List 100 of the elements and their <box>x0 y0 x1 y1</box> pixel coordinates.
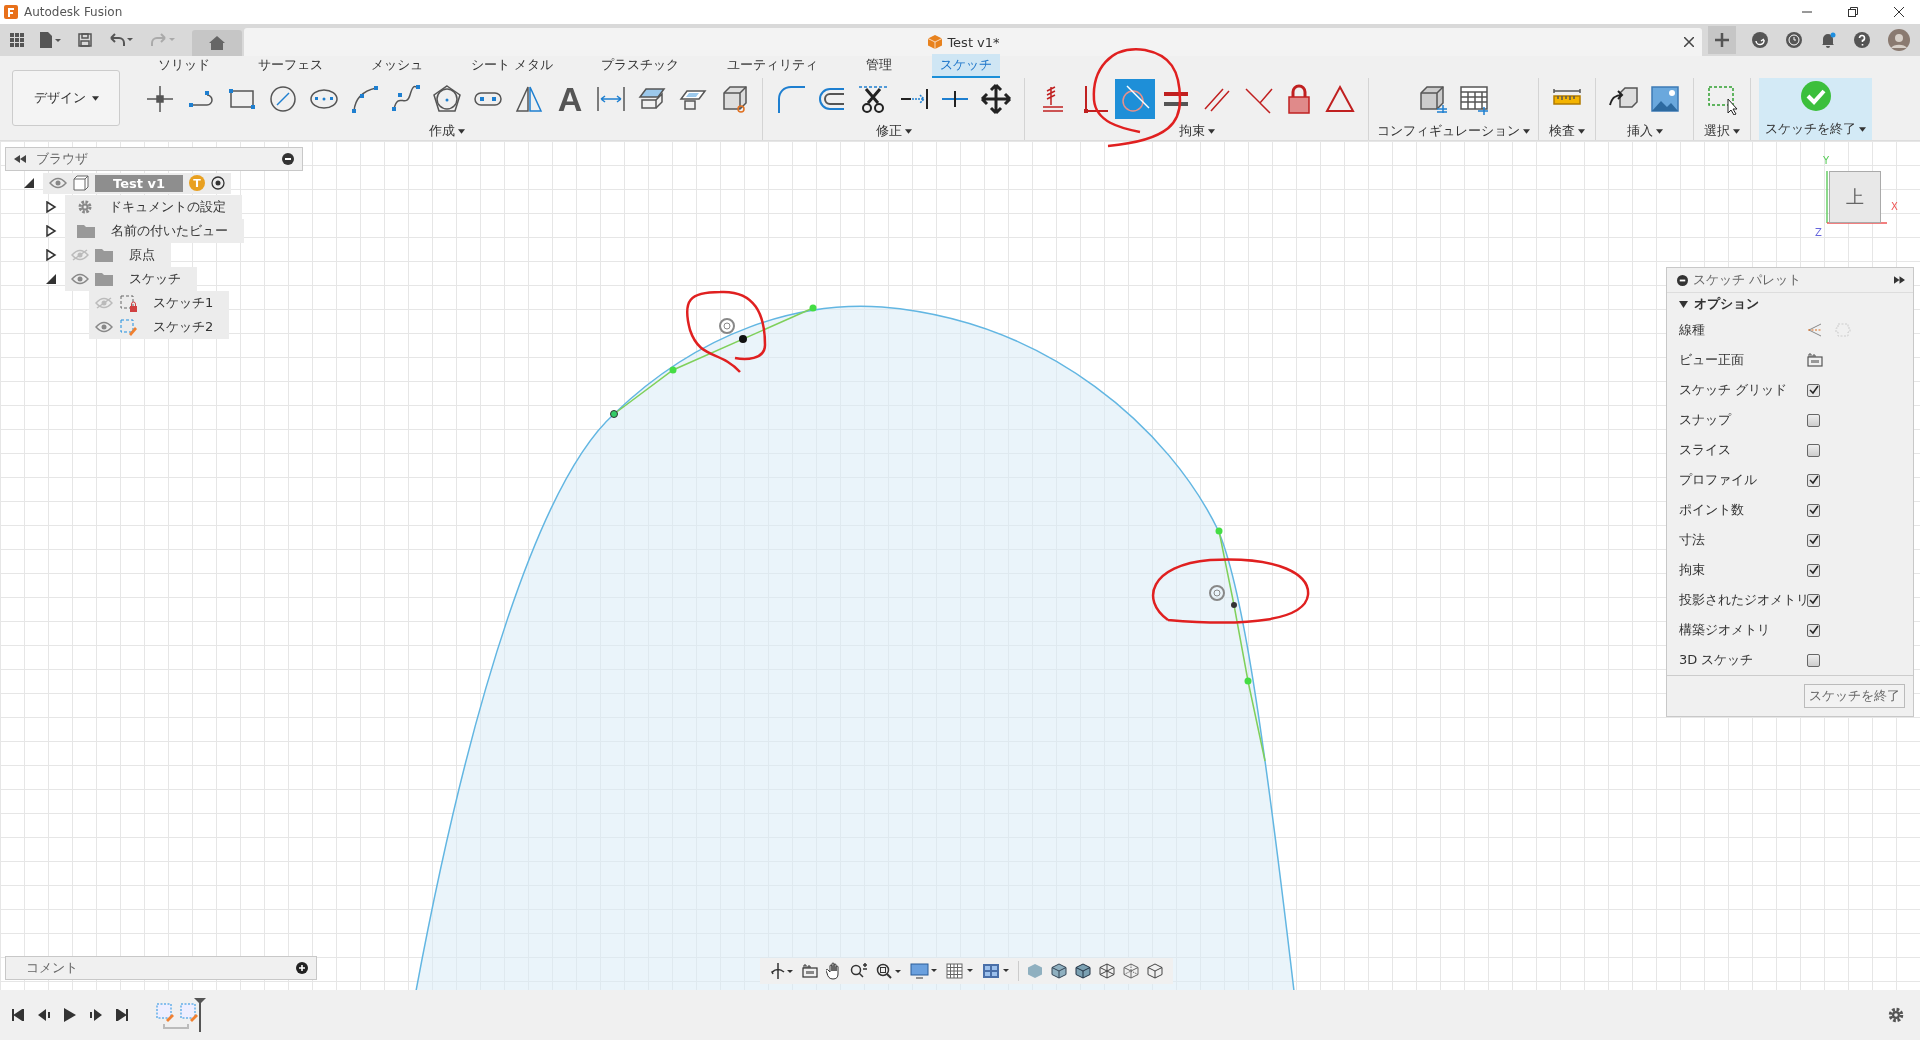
grid-icon[interactable] <box>946 963 974 979</box>
group-menu-button[interactable]: コンフィギュレーション <box>1377 122 1530 140</box>
radio-target-icon[interactable] <box>210 176 225 190</box>
finish-sketch-button[interactable]: スケッチを終了 <box>1804 684 1905 708</box>
checkbox[interactable] <box>1807 563 1820 577</box>
file-icon[interactable] <box>40 32 62 48</box>
minus-circle-icon[interactable] <box>1677 274 1688 286</box>
monitor-icon[interactable] <box>910 963 938 979</box>
app-logo-icon <box>4 5 18 19</box>
group-menu-button[interactable]: 拘束 <box>1178 122 1215 140</box>
bell-icon[interactable] <box>1820 32 1836 48</box>
checkbox[interactable] <box>1807 443 1820 457</box>
play-icon[interactable] <box>64 1008 76 1022</box>
finish-sketch-button[interactable]: スケッチを終了 <box>1759 78 1872 140</box>
group-menu-button[interactable]: 選択 <box>1704 122 1740 140</box>
collapsed-triangle-icon[interactable] <box>45 225 57 237</box>
viewports-icon[interactable] <box>982 963 1010 979</box>
sketch-point[interactable] <box>739 335 747 343</box>
look-at-icon[interactable] <box>1807 353 1823 367</box>
gear-icon <box>77 199 93 215</box>
panel-title: スケッチ パレット <box>1693 271 1802 289</box>
sketch-point[interactable] <box>1231 602 1237 608</box>
checkbox[interactable] <box>1807 473 1820 487</box>
sketch-canvas[interactable]: ブラウザ Test v1 T ドキュメントの設定 名前の付いたビュー 原点 スケッチ スケッチ1 スケッチ2 Y X Z 上 スケッチ パレット オプション 線種 ビュー正面 スケッチ グリッド スナップ スライス プロファイル ポイント数 寸法 拘束 投影されたジオメトリ 構築ジオメトリ 3D スケッチ スケッチを終了 コメント <box>0 141 1920 990</box>
save-icon[interactable] <box>78 33 92 47</box>
collapse-arrows-icon[interactable] <box>14 155 26 163</box>
toolbar-tab[interactable]: プラスチック <box>593 54 688 78</box>
toolbar-tab[interactable]: サーフェス <box>250 54 331 78</box>
text-tool-button[interactable]: A <box>550 79 590 119</box>
cube-icon <box>73 175 89 191</box>
shaded-cube-visible-edges-icon[interactable] <box>1075 963 1091 979</box>
checkbox[interactable] <box>1807 593 1820 607</box>
settings-icon[interactable] <box>1888 1007 1904 1023</box>
hand-pan-icon[interactable] <box>826 962 842 980</box>
group-menu-button[interactable]: 修正 <box>875 122 912 140</box>
zoom-icon[interactable] <box>850 963 868 979</box>
restore-icon[interactable] <box>1848 7 1858 17</box>
apps-grid-icon[interactable] <box>10 33 24 47</box>
option-label: スライス <box>1679 441 1732 459</box>
eye-icon[interactable] <box>71 273 89 285</box>
toolbar-tab[interactable]: メッシュ <box>363 54 431 78</box>
orbit-icon[interactable] <box>770 961 794 981</box>
workspace-dropdown[interactable]: デザイン <box>12 70 120 126</box>
eye-icon[interactable] <box>95 321 113 333</box>
section-header[interactable]: オプション <box>1667 293 1771 315</box>
circle-icon <box>267 83 299 115</box>
minus-circle-icon[interactable] <box>282 153 294 165</box>
view-cube[interactable]: 上 <box>1829 171 1881 223</box>
expanded-triangle-icon[interactable] <box>23 177 35 189</box>
expanded-triangle-icon[interactable] <box>45 273 57 285</box>
toolbar-tab[interactable]: スケッチ <box>932 54 1001 78</box>
expand-arrows-icon[interactable] <box>1894 276 1905 284</box>
sketch-point[interactable] <box>610 410 618 418</box>
caret-icon <box>1207 128 1215 134</box>
skip-to-start-icon[interactable] <box>12 1009 24 1021</box>
step-forward-icon[interactable] <box>90 1009 102 1021</box>
checkbox[interactable] <box>1807 413 1820 427</box>
home-tab[interactable] <box>192 30 242 56</box>
folder-icon <box>95 272 113 286</box>
checkbox[interactable] <box>1807 533 1820 547</box>
undo-icon[interactable] <box>108 32 134 48</box>
document-tab[interactable]: Test v1* <box>244 28 1702 56</box>
option-label: 寸法 <box>1679 531 1706 549</box>
checkbox[interactable] <box>1807 383 1820 397</box>
collapsed-triangle-icon[interactable] <box>45 201 57 213</box>
toolbar-tab[interactable]: 管理 <box>858 54 901 78</box>
wireframe-cube-hidden-icon[interactable] <box>1123 963 1139 979</box>
tangent-constraint-icon[interactable] <box>1209 585 1225 601</box>
step-back-icon[interactable] <box>38 1009 50 1021</box>
avatar-icon[interactable] <box>1888 29 1910 51</box>
look-at-icon[interactable] <box>802 964 818 978</box>
eye-icon[interactable] <box>49 177 67 189</box>
sync-icon[interactable] <box>1752 32 1768 48</box>
close-icon[interactable] <box>1894 7 1904 17</box>
option-label: プロファイル <box>1679 471 1758 489</box>
timeline-sketch-features-drawing[interactable] <box>156 998 206 1032</box>
wireframe-cube-icon[interactable] <box>1099 963 1115 979</box>
new-tab-button[interactable] <box>1708 26 1736 54</box>
option-label: 線種 <box>1679 321 1706 339</box>
skip-to-end-icon[interactable] <box>116 1009 128 1021</box>
zoom-window-icon[interactable] <box>876 963 902 979</box>
toolbar-tab[interactable]: シート メタル <box>463 54 562 78</box>
fillet-icon <box>775 83 807 115</box>
help-icon[interactable] <box>1854 32 1870 48</box>
pentagon-icon <box>431 83 463 115</box>
wireframe-cube-visible-icon[interactable] <box>1147 963 1163 979</box>
close-icon[interactable] <box>1684 37 1694 47</box>
plus-circle-icon[interactable] <box>296 962 308 974</box>
checkbox[interactable] <box>1807 503 1820 517</box>
toolbar-tab[interactable]: ユーティリティ <box>719 54 827 78</box>
group-menu-button[interactable]: 挿入 <box>1626 122 1663 140</box>
shaded-cube-edges-icon[interactable] <box>1051 963 1067 979</box>
collapsed-triangle-icon[interactable] <box>45 249 57 261</box>
checkbox[interactable] <box>1807 623 1820 637</box>
toolbar-tab[interactable]: ソリッド <box>150 54 218 78</box>
group-menu-button[interactable]: 検査 <box>1549 122 1585 140</box>
caret-icon <box>1733 128 1740 134</box>
checkbox[interactable] <box>1807 653 1820 667</box>
clock-icon[interactable] <box>1786 32 1802 48</box>
group-menu-button[interactable]: 作成 <box>429 122 465 140</box>
